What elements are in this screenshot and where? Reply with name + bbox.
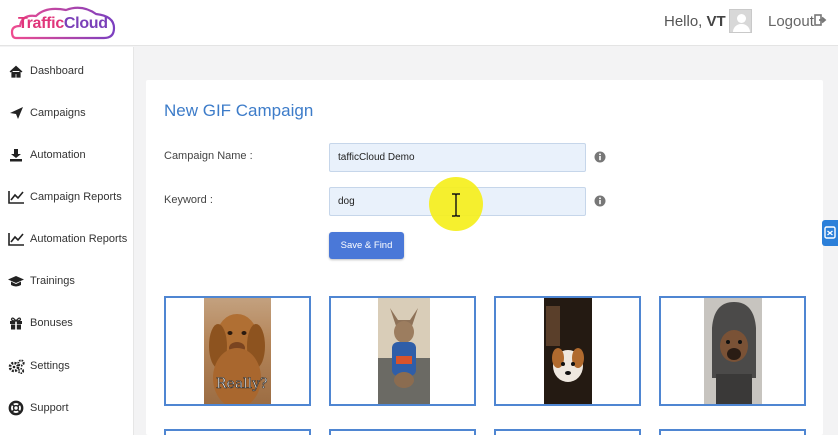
line-chart-icon (4, 232, 28, 246)
sidebar-item-support[interactable]: Support (0, 393, 134, 423)
traffic-cloud-logo[interactable]: TrafficCloud (10, 4, 118, 42)
sidebar-item-automation-reports[interactable]: Automation Reports (0, 224, 134, 254)
gif-result-card[interactable]: Really? (164, 296, 311, 406)
username: VT (706, 13, 726, 30)
gif-thumbnail (378, 298, 430, 404)
floating-widget-button[interactable] (822, 220, 838, 246)
gif-result-card[interactable] (329, 296, 476, 406)
sidebar-item-campaign-reports[interactable]: Campaign Reports (0, 182, 134, 212)
life-ring-icon (4, 400, 28, 416)
sidebar-item-bonuses[interactable]: Bonuses (0, 308, 134, 338)
sidebar-item-dashboard[interactable]: Dashboard (0, 56, 134, 86)
logout-link[interactable]: Logout (768, 13, 814, 30)
sidebar-item-settings[interactable]: Settings (0, 351, 134, 381)
paper-plane-icon (4, 106, 28, 120)
download-icon (4, 148, 28, 162)
top-header: TrafficCloud Hello, VT Logout (0, 0, 838, 46)
gif-result-card[interactable] (164, 429, 311, 435)
sidebar-item-trainings[interactable]: Trainings (0, 266, 134, 296)
campaign-panel: New GIF Campaign Campaign Name : Keyword… (146, 80, 823, 435)
info-icon[interactable] (594, 151, 606, 163)
avatar[interactable] (729, 9, 752, 33)
campaign-name-input[interactable] (329, 143, 586, 172)
page-title: New GIF Campaign (164, 101, 314, 120)
dog-image-icon (544, 298, 592, 404)
home-icon (4, 65, 28, 78)
info-icon[interactable] (594, 195, 606, 207)
gif-thumbnail (544, 298, 592, 404)
gif-result-card[interactable] (659, 296, 806, 406)
gift-icon (4, 316, 28, 330)
dog-image-icon (704, 298, 762, 404)
text-cursor-icon (452, 193, 460, 217)
gif-thumbnail (704, 298, 762, 404)
widget-icon (824, 226, 836, 239)
sign-out-icon[interactable] (814, 13, 828, 27)
keyword-label: Keyword : (164, 194, 213, 206)
line-chart-icon (4, 190, 28, 204)
save-and-find-button[interactable]: Save & Find (329, 232, 404, 259)
sidebar-item-campaigns[interactable]: Campaigns (0, 98, 134, 128)
logo-text: TrafficCloud (18, 15, 108, 32)
sidebar: Dashboard Campaigns Automation Campaign … (0, 47, 134, 435)
dog-image-icon (378, 308, 430, 404)
sidebar-item-automation[interactable]: Automation (0, 140, 134, 170)
gif-thumbnail: Really? (204, 298, 271, 404)
gears-icon (4, 358, 28, 374)
gif-caption: Really? (216, 376, 268, 393)
campaign-name-label: Campaign Name : (164, 150, 253, 162)
gif-result-card[interactable] (494, 429, 641, 435)
graduation-cap-icon (4, 275, 28, 288)
gif-result-card[interactable] (659, 429, 806, 435)
gif-result-card[interactable] (494, 296, 641, 406)
gif-result-card[interactable] (329, 429, 476, 435)
greeting: Hello, VT (664, 13, 726, 30)
